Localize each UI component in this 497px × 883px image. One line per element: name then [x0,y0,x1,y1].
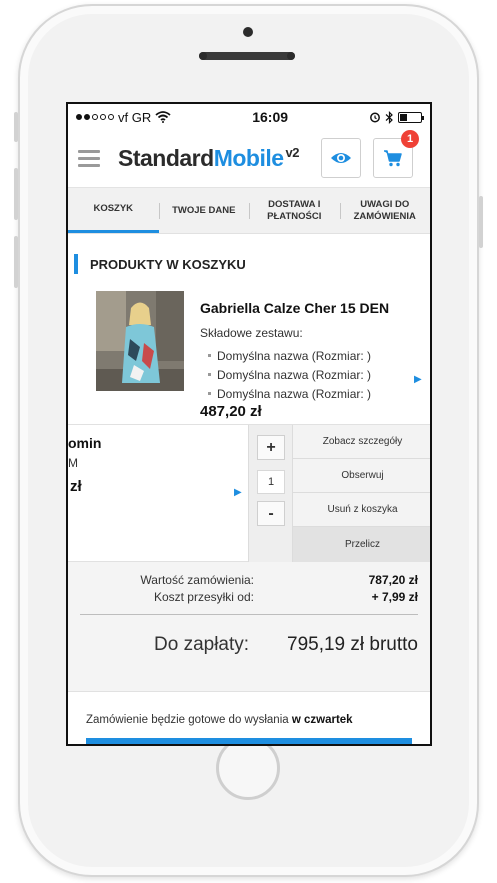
alarm-icon [370,112,380,123]
tab-your-data[interactable]: TWOJE DANE [158,188,250,233]
product-components-list: Domyślna nazwa (Rozmiar: ) Domyślna nazw… [208,346,371,403]
product-name[interactable]: Gabriella Calze Cher 15 DEN [200,300,389,316]
product-name-fragment: omin [68,435,102,451]
summary-divider [80,614,418,615]
clock: 16:09 [252,109,289,125]
quantity-decrease-button[interactable]: - [257,501,285,526]
tab-delivery-payment[interactable]: DOSTAWA I PŁATNOŚCI [249,188,340,233]
status-bar: vf GR 16:09 [68,104,430,130]
cart-button[interactable]: 1 [373,130,419,178]
hamburger-menu-icon[interactable] [78,150,100,167]
earpiece-speaker [199,52,295,60]
shipping-cost-label: Koszt przesyłki od: [153,590,254,604]
order-value-label: Wartość zamówienia: [140,573,254,587]
cart-item[interactable]: Gabriella Calze Cher 15 DEN Składowe zes… [68,274,430,424]
section-title: PRODUKTY W KOSZYKU [74,254,430,274]
product-sub-fragment: M [68,456,78,470]
quantity-input[interactable]: 1 [257,470,285,494]
list-item: Domyślna nazwa (Rozmiar: ) [208,384,371,403]
total-value: 795,19 zł brutto [287,634,418,655]
product-components-label: Składowe zestawu: [200,326,303,340]
list-item: Domyślna nazwa (Rozmiar: ) [208,365,371,384]
store-logo[interactable]: StandardMobile v2 [118,145,300,172]
order-value: 787,20 zł [368,573,418,587]
quantity-stepper: + 1 - [248,425,293,562]
battery-icon [397,111,424,123]
product-price-fragment: zł [70,478,82,495]
product-price: 487,20 zł [200,403,262,420]
shipping-cost: + 7,99 zł [371,590,418,604]
eye-icon [331,153,351,163]
tab-order-notes[interactable]: UWAGI DO ZAMÓWIENIA [339,188,431,233]
carrier-name: vf GR [118,109,152,125]
watch-button[interactable]: Obserwuj [293,459,430,493]
cart-icon [384,150,402,167]
remove-from-cart-button[interactable]: Usuń z koszyka [293,493,430,527]
recalculate-button[interactable]: Przelicz [293,527,430,562]
cart-item-swiped[interactable]: omin M zł ▶ + 1 - Zobacz szczegóły Obser… [68,424,430,562]
cart-count-badge: 1 [401,130,419,148]
phone-screen: vf GR 16:09 StandardMobile v2 1 KOSZYK T… [66,102,432,746]
view-details-button[interactable]: Zobacz szczegóły [293,425,430,459]
list-item: Domyślna nazwa (Rozmiar: ) [208,346,371,365]
shipping-ready-notice: Zamówienie będzie gotowe do wysłania w c… [86,714,353,726]
chevron-right-icon[interactable]: ▶ [414,374,422,385]
bluetooth-icon [385,110,393,124]
mute-switch [14,112,18,142]
volume-up-button [14,168,18,220]
watchlist-button[interactable] [321,138,361,178]
front-camera [243,27,253,37]
wifi-icon [155,111,171,123]
product-thumbnail[interactable] [96,291,184,391]
checkout-steps: KOSZYK TWOJE DANE DOSTAWA I PŁATNOŚCI UW… [68,188,430,234]
tab-cart[interactable]: KOSZYK [68,188,159,233]
quantity-increase-button[interactable]: + [257,435,285,460]
signal-strength-icon [76,114,114,120]
checkout-button-edge[interactable] [86,738,412,744]
volume-down-button [14,236,18,288]
power-button [479,196,483,248]
item-actions: Zobacz szczegóły Obserwuj Usuń z koszyka… [293,425,430,562]
total-label: Do zapłaty: [154,634,250,655]
order-summary: Wartość zamówienia: 787,20 zł Koszt prze… [68,562,430,692]
chevron-right-icon[interactable]: ▶ [234,487,242,498]
